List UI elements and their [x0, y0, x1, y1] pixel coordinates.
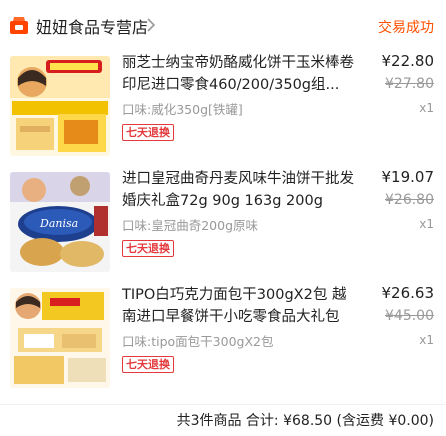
product-flavor: 口味:皇冠曲奇200g原味: [122, 218, 259, 233]
chevron-right-icon[interactable]: [146, 16, 156, 34]
product-quantity: x1: [419, 217, 434, 231]
product-image[interactable]: Danisa: [10, 172, 110, 272]
product-title[interactable]: TIPO白巧克力面包干300gX2包 越南进口早餐饼干小吃零食品大礼包: [122, 284, 354, 328]
product-flavor: 口味:威化350g[铁罐]: [122, 102, 243, 117]
product-quantity: x1: [419, 333, 434, 347]
order-item[interactable]: Danisa 进口皇冠曲奇丹麦风味牛油饼干批发婚庆礼盒72g 90g 163g …: [0, 168, 446, 283]
order-item[interactable]: TIPO白巧克力面包干300gX2包 越南进口早餐饼干小吃零食品大礼包 口味:t…: [0, 284, 446, 399]
shop-name[interactable]: 妞妞食品专营店: [36, 14, 148, 38]
product-title[interactable]: 进口皇冠曲奇丹麦风味牛油饼干批发婚庆礼盒72g 90g 163g 200g: [122, 168, 354, 212]
product-price: ¥19.07: [381, 168, 435, 186]
product-title[interactable]: 丽芝士纳宝帝奶酪威化饼干玉米棒卷印尼进口零食460/200/350g组...: [122, 52, 354, 96]
shop-icon: [10, 17, 28, 34]
order-item[interactable]: 丽芝士纳宝帝奶酪威化饼干玉米棒卷印尼进口零食460/200/350g组... 口…: [0, 52, 446, 167]
product-original-price: ¥26.80: [385, 192, 434, 208]
product-price: ¥22.80: [381, 52, 435, 70]
order-status: 交易成功: [378, 20, 434, 36]
product-original-price: ¥27.80: [385, 76, 434, 92]
product-flavor: 口味:tipo面包干300gX2包: [122, 334, 274, 349]
product-price: ¥26.63: [381, 284, 435, 302]
product-image[interactable]: [10, 288, 110, 388]
svg-text:Danisa: Danisa: [39, 217, 78, 230]
order-summary: 共3件商品 合计: ¥68.50 (含运费 ¥0.00): [0, 404, 446, 434]
product-image[interactable]: [10, 56, 110, 156]
seven-day-return-badge: 七天退换: [122, 356, 174, 373]
order-header: 妞妞食品专营店 交易成功: [0, 0, 446, 52]
product-quantity: x1: [419, 101, 434, 115]
seven-day-return-badge: 七天退换: [122, 124, 174, 141]
order-total: 共3件商品 合计: ¥68.50 (含运费 ¥0.00): [176, 413, 434, 429]
product-original-price: ¥45.00: [385, 308, 434, 324]
seven-day-return-badge: 七天退换: [122, 240, 174, 257]
